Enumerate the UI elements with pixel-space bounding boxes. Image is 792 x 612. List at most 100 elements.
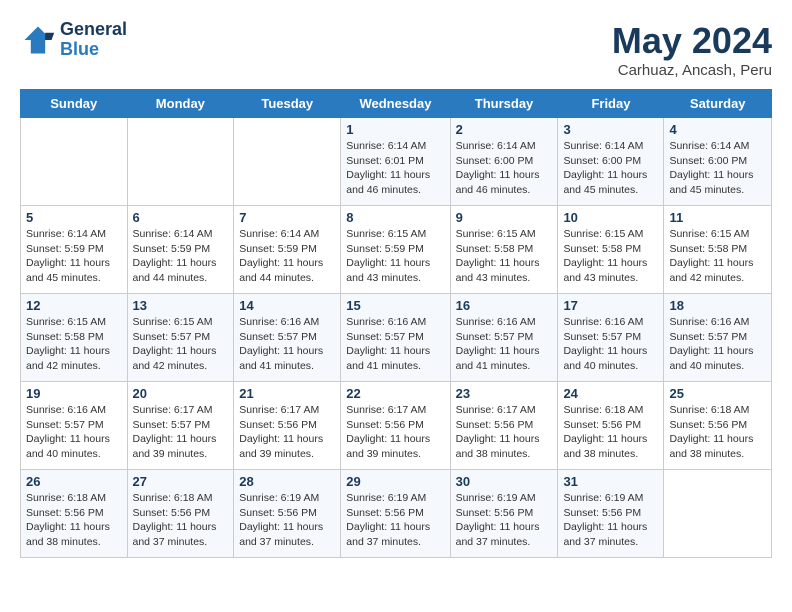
day-info: Sunrise: 6:14 AM Sunset: 6:01 PM Dayligh… [346, 139, 444, 198]
day-info: Sunrise: 6:15 AM Sunset: 5:59 PM Dayligh… [346, 227, 444, 286]
calendar-cell: 27 Sunrise: 6:18 AM Sunset: 5:56 PM Dayli… [127, 470, 234, 558]
day-number: 1 [346, 122, 444, 137]
day-number: 17 [563, 298, 658, 313]
calendar-cell: 1 Sunrise: 6:14 AM Sunset: 6:01 PM Daylig… [341, 118, 450, 206]
calendar-cell: 4 Sunrise: 6:14 AM Sunset: 6:00 PM Daylig… [664, 118, 772, 206]
calendar-cell: 3 Sunrise: 6:14 AM Sunset: 6:00 PM Daylig… [558, 118, 664, 206]
calendar-cell: 29Sunrise: 6:19 AM Sunset: 5:56 PM Dayli… [341, 470, 450, 558]
day-info: Sunrise: 6:17 AM Sunset: 5:56 PM Dayligh… [456, 403, 553, 462]
day-number: 20 [133, 386, 229, 401]
day-info: Sunrise: 6:14 AM Sunset: 6:00 PM Dayligh… [563, 139, 658, 198]
calendar-cell: 31 Sunrise: 6:19 AM Sunset: 5:56 PM Dayli… [558, 470, 664, 558]
day-info: Sunrise: 6:15 AM Sunset: 5:58 PM Dayligh… [26, 315, 122, 374]
calendar-week-row: 26Sunrise: 6:18 AM Sunset: 5:56 PM Dayli… [21, 470, 772, 558]
day-info: Sunrise: 6:16 AM Sunset: 5:57 PM Dayligh… [239, 315, 335, 374]
page-header: General Blue May 2024 Carhuaz, Ancash, P… [20, 20, 772, 79]
day-number: 31 [563, 474, 658, 489]
calendar-cell: 18 Sunrise: 6:16 AM Sunset: 5:57 PM Dayli… [664, 294, 772, 382]
calendar-cell: 5 Sunrise: 6:14 AM Sunset: 5:59 PM Daylig… [21, 206, 128, 294]
calendar-cell: 12 Sunrise: 6:15 AM Sunset: 5:58 PM Dayli… [21, 294, 128, 382]
logo-line2: Blue [60, 40, 127, 60]
calendar-cell: 25 Sunrise: 6:18 AM Sunset: 5:56 PM Dayli… [664, 382, 772, 470]
day-info: Sunrise: 6:15 AM Sunset: 5:58 PM Dayligh… [669, 227, 766, 286]
calendar-week-row: 12 Sunrise: 6:15 AM Sunset: 5:58 PM Dayli… [21, 294, 772, 382]
calendar-cell: 14 Sunrise: 6:16 AM Sunset: 5:57 PM Dayli… [234, 294, 341, 382]
month-title: May 2024 [612, 20, 772, 62]
calendar-cell: 28 Sunrise: 6:19 AM Sunset: 5:56 PM Dayli… [234, 470, 341, 558]
day-info: Sunrise: 6:17 AM Sunset: 5:56 PM Dayligh… [346, 403, 444, 462]
calendar-cell: 17 Sunrise: 6:16 AM Sunset: 5:57 PM Dayli… [558, 294, 664, 382]
day-info: Sunrise: 6:16 AM Sunset: 5:57 PM Dayligh… [563, 315, 658, 374]
day-number: 18 [669, 298, 766, 313]
day-number: 28 [239, 474, 335, 489]
day-info: Sunrise: 6:16 AM Sunset: 5:57 PM Dayligh… [346, 315, 444, 374]
logo-text: General Blue [60, 20, 127, 60]
day-number: 7 [239, 210, 335, 225]
day-info: Sunrise: 6:14 AM Sunset: 5:59 PM Dayligh… [26, 227, 122, 286]
weekday-header: Tuesday [234, 90, 341, 118]
day-number: 6 [133, 210, 229, 225]
day-info: Sunrise: 6:15 AM Sunset: 5:58 PM Dayligh… [563, 227, 658, 286]
day-info: Sunrise: 6:18 AM Sunset: 5:56 PM Dayligh… [133, 491, 229, 550]
calendar-cell: 11 Sunrise: 6:15 AM Sunset: 5:58 PM Dayli… [664, 206, 772, 294]
day-info: Sunrise: 6:14 AM Sunset: 6:00 PM Dayligh… [669, 139, 766, 198]
calendar-cell: 2 Sunrise: 6:14 AM Sunset: 6:00 PM Daylig… [450, 118, 558, 206]
day-number: 21 [239, 386, 335, 401]
logo: General Blue [20, 20, 127, 60]
day-info: Sunrise: 6:19 AM Sunset: 5:56 PM Dayligh… [239, 491, 335, 550]
calendar-week-row: 19Sunrise: 6:16 AM Sunset: 5:57 PM Dayli… [21, 382, 772, 470]
day-number: 9 [456, 210, 553, 225]
day-number: 27 [133, 474, 229, 489]
day-number: 2 [456, 122, 553, 137]
day-info: Sunrise: 6:16 AM Sunset: 5:57 PM Dayligh… [456, 315, 553, 374]
calendar-week-row: 5 Sunrise: 6:14 AM Sunset: 5:59 PM Daylig… [21, 206, 772, 294]
day-number: 8 [346, 210, 444, 225]
day-number: 30 [456, 474, 553, 489]
day-number: 16 [456, 298, 553, 313]
weekday-header: Saturday [664, 90, 772, 118]
day-number: 14 [239, 298, 335, 313]
calendar-cell: 13Sunrise: 6:15 AM Sunset: 5:57 PM Dayli… [127, 294, 234, 382]
day-info: Sunrise: 6:14 AM Sunset: 5:59 PM Dayligh… [239, 227, 335, 286]
day-info: Sunrise: 6:17 AM Sunset: 5:56 PM Dayligh… [239, 403, 335, 462]
calendar-cell [127, 118, 234, 206]
calendar-cell: 19Sunrise: 6:16 AM Sunset: 5:57 PM Dayli… [21, 382, 128, 470]
weekday-header: Friday [558, 90, 664, 118]
day-number: 3 [563, 122, 658, 137]
day-number: 25 [669, 386, 766, 401]
day-number: 13 [133, 298, 229, 313]
logo-line1: General [60, 20, 127, 40]
calendar-cell: 10Sunrise: 6:15 AM Sunset: 5:58 PM Dayli… [558, 206, 664, 294]
day-number: 29 [346, 474, 444, 489]
calendar-cell: 7 Sunrise: 6:14 AM Sunset: 5:59 PM Daylig… [234, 206, 341, 294]
calendar-cell: 20 Sunrise: 6:17 AM Sunset: 5:57 PM Dayli… [127, 382, 234, 470]
day-info: Sunrise: 6:19 AM Sunset: 5:56 PM Dayligh… [456, 491, 553, 550]
day-number: 5 [26, 210, 122, 225]
weekday-header: Wednesday [341, 90, 450, 118]
day-info: Sunrise: 6:16 AM Sunset: 5:57 PM Dayligh… [26, 403, 122, 462]
day-number: 11 [669, 210, 766, 225]
day-info: Sunrise: 6:18 AM Sunset: 5:56 PM Dayligh… [669, 403, 766, 462]
day-number: 15 [346, 298, 444, 313]
weekday-header: Sunday [21, 90, 128, 118]
day-info: Sunrise: 6:17 AM Sunset: 5:57 PM Dayligh… [133, 403, 229, 462]
day-info: Sunrise: 6:16 AM Sunset: 5:57 PM Dayligh… [669, 315, 766, 374]
day-number: 12 [26, 298, 122, 313]
calendar-cell: 8 Sunrise: 6:15 AM Sunset: 5:59 PM Daylig… [341, 206, 450, 294]
day-info: Sunrise: 6:19 AM Sunset: 5:56 PM Dayligh… [563, 491, 658, 550]
day-info: Sunrise: 6:18 AM Sunset: 5:56 PM Dayligh… [563, 403, 658, 462]
day-info: Sunrise: 6:15 AM Sunset: 5:58 PM Dayligh… [456, 227, 553, 286]
weekday-header-row: SundayMondayTuesdayWednesdayThursdayFrid… [21, 90, 772, 118]
calendar-cell: 22 Sunrise: 6:17 AM Sunset: 5:56 PM Dayli… [341, 382, 450, 470]
calendar-cell: 30 Sunrise: 6:19 AM Sunset: 5:56 PM Dayli… [450, 470, 558, 558]
weekday-header: Thursday [450, 90, 558, 118]
day-number: 23 [456, 386, 553, 401]
day-number: 4 [669, 122, 766, 137]
title-block: May 2024 Carhuaz, Ancash, Peru [612, 20, 772, 79]
calendar-cell: 9 Sunrise: 6:15 AM Sunset: 5:58 PM Daylig… [450, 206, 558, 294]
logo-icon [20, 22, 56, 58]
day-number: 22 [346, 386, 444, 401]
calendar-cell: 21 Sunrise: 6:17 AM Sunset: 5:56 PM Dayli… [234, 382, 341, 470]
day-number: 24 [563, 386, 658, 401]
day-info: Sunrise: 6:14 AM Sunset: 6:00 PM Dayligh… [456, 139, 553, 198]
